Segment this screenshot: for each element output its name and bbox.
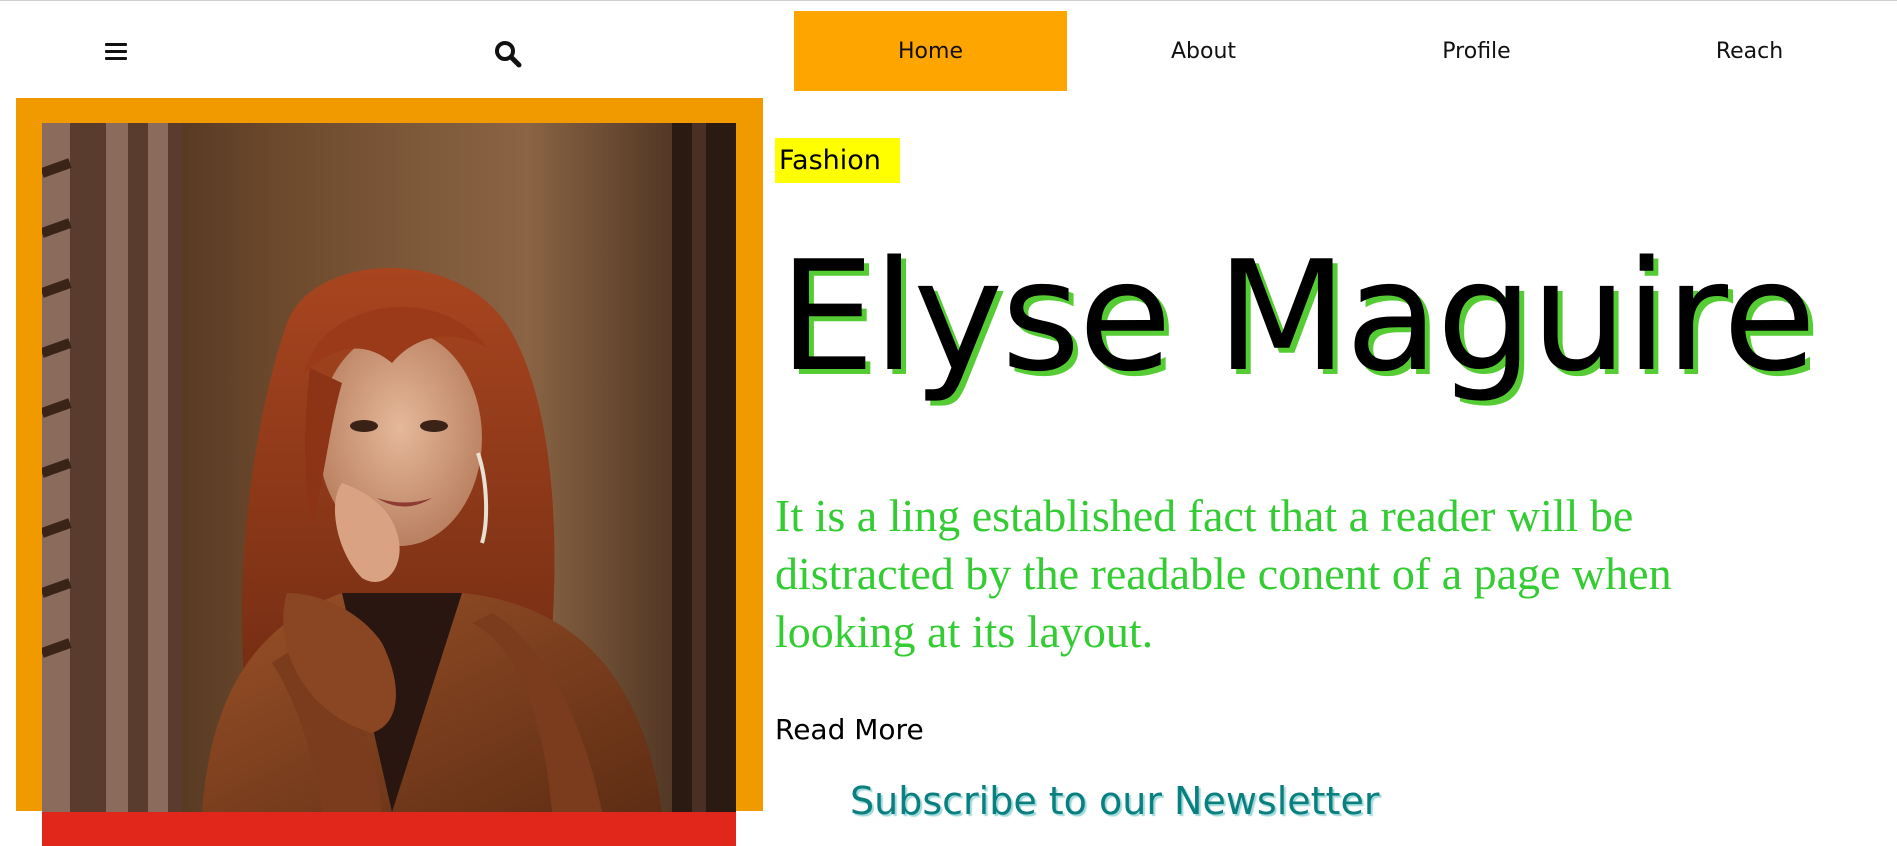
nav-item-reach[interactable]: Reach — [1613, 11, 1886, 91]
newsletter-heading: Subscribe to our Newsletter — [850, 779, 1380, 823]
hero-description: It is a ling established fact that a rea… — [775, 490, 1672, 657]
main-nav: Home About Profile Reach — [794, 11, 1887, 91]
hero-title: Elyse Maguire — [779, 228, 1816, 405]
page: Home About Profile Reach Fashion Elyse M… — [0, 0, 1897, 846]
hamburger-menu-icon[interactable] — [105, 43, 127, 61]
nav-item-home[interactable]: Home — [794, 11, 1067, 91]
category-badge: Fashion — [775, 138, 900, 183]
search-icon[interactable] — [494, 40, 522, 68]
hero-photo — [42, 123, 736, 812]
read-more-link[interactable]: Read More — [775, 713, 924, 746]
nav-item-about[interactable]: About — [1067, 11, 1340, 91]
nav-item-profile[interactable]: Profile — [1340, 11, 1613, 91]
